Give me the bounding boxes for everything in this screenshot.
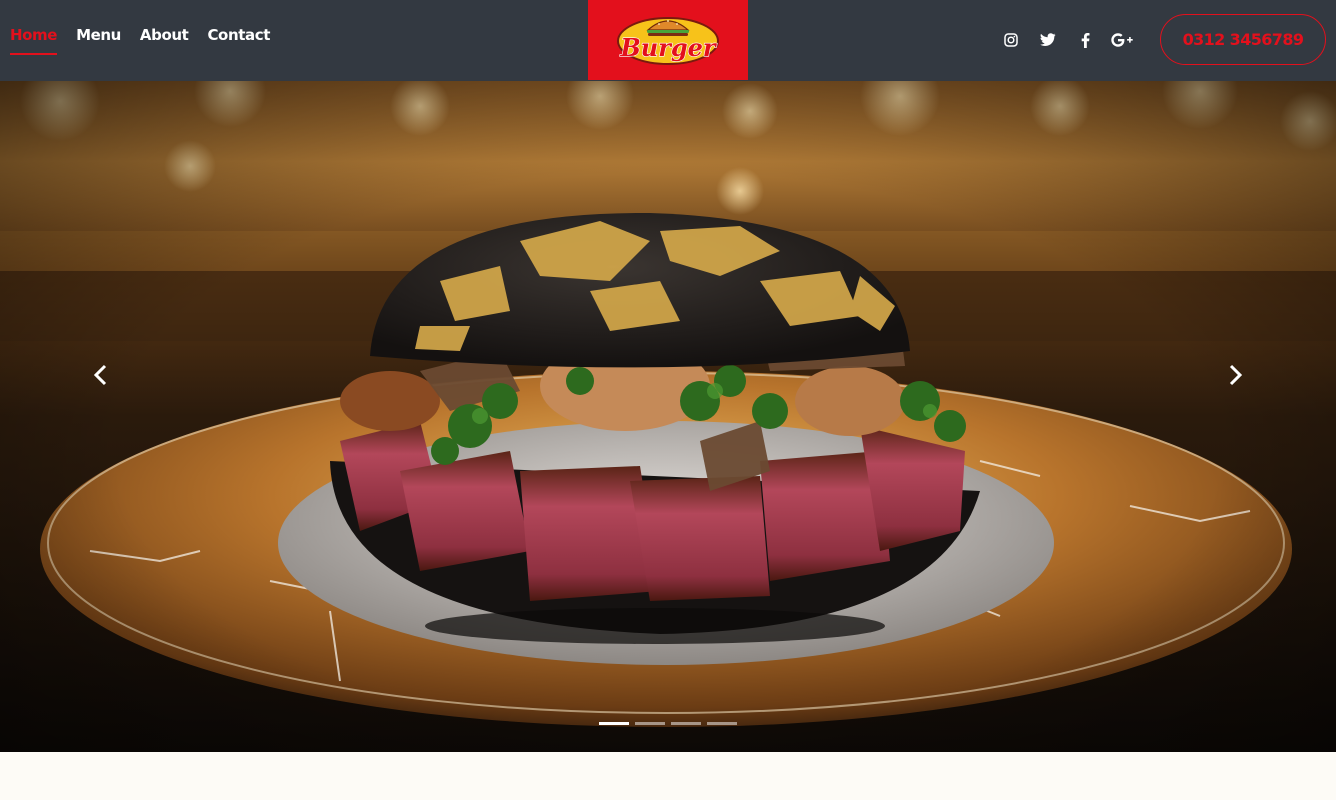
carousel-indicator[interactable] [635,722,665,725]
carousel-indicator[interactable] [671,722,701,725]
social-links [998,26,1135,54]
logo-wordmark: Burger [619,33,717,62]
twitter-icon[interactable] [1035,27,1061,53]
facebook-icon[interactable] [1072,27,1098,53]
burger-logo-mark: Burger [617,17,719,65]
main-nav: Home Menu About Contact [10,0,289,81]
carousel-indicator[interactable] [599,722,629,725]
carousel-indicator[interactable] [707,722,737,725]
nav-menu-link[interactable]: Menu [76,0,121,70]
burger-logo[interactable]: Burger [588,0,748,80]
carousel-indicators [599,722,737,725]
nav-contact-link[interactable]: Contact [207,0,270,70]
hero-carousel [0,81,1336,752]
burger-hero-photo [0,81,1336,752]
carousel-next-icon[interactable] [1224,363,1248,387]
carousel-prev-icon[interactable] [88,363,112,387]
nav-about-link[interactable]: About [140,0,189,70]
google-plus-icon[interactable] [1109,27,1135,53]
phone-button[interactable]: 0312 3456789 [1160,14,1326,65]
content-section-top [0,752,1336,800]
nav-home-link[interactable]: Home [10,0,57,70]
instagram-icon[interactable] [998,27,1024,53]
site-header: Home Menu About Contact Burger 0312 3456… [0,0,1336,81]
